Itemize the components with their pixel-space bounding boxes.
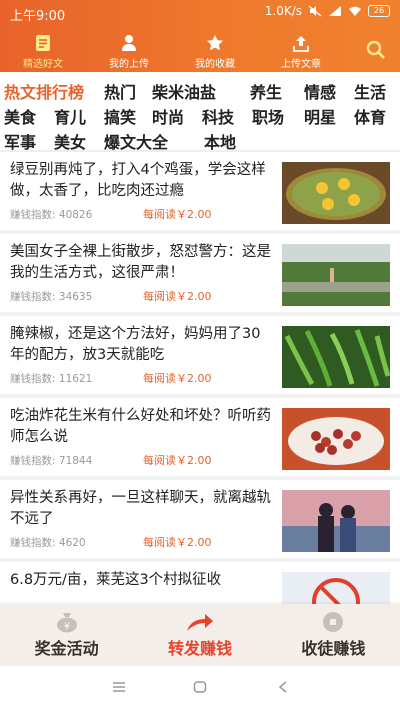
coin-icon	[323, 612, 344, 632]
category-beauty[interactable]: 美女	[54, 129, 86, 153]
article-title: 6.8万元/亩，莱芜这3个村拟征收	[10, 572, 222, 588]
article-thumbnail	[282, 244, 390, 306]
mute-icon	[308, 5, 322, 17]
reward-text: 每阅读￥2.00	[143, 536, 212, 549]
article-thumbnail	[282, 326, 390, 388]
article-card[interactable]: 美国女子全裸上街散步，怒怼警方：这是我的生活方式，这很严肃！ 赚钱指数: 346…	[0, 234, 400, 312]
earn-index-value: 11621	[58, 373, 93, 385]
upload-icon	[293, 34, 309, 52]
app-header: 上午9:00 1.0K/s 26 精选好文 我的上传 我的收藏 上传文章	[0, 0, 400, 72]
status-bar: 上午9:00 1.0K/s 26	[0, 0, 400, 26]
category-career[interactable]: 职场	[252, 104, 284, 128]
category-popular[interactable]: 热门	[104, 79, 136, 103]
category-health[interactable]: 养生	[250, 79, 282, 103]
tab-featured-articles[interactable]: 精选好文	[0, 30, 86, 72]
article-card[interactable]: 腌辣椒，还是这个方法好，妈妈用了30年的配方，放3天就能吃 赚钱指数: 1162…	[0, 316, 400, 394]
bottom-action-bar: ¥ 奖金活动 转发赚钱 收徒赚钱	[0, 604, 400, 666]
article-title: 异性关系再好，一旦这样聊天，就离越轨不远了	[10, 490, 271, 527]
earn-index-label: 赚钱指数:	[10, 291, 56, 303]
network-speed: 1.0K/s	[264, 4, 302, 18]
person-icon	[121, 34, 137, 52]
earn-index-value: 40826	[58, 209, 93, 221]
home-icon[interactable]	[193, 681, 207, 693]
bonus-activity-button[interactable]: ¥ 奖金活动	[0, 604, 133, 666]
earn-index: 赚钱指数: 11621	[10, 371, 92, 386]
category-food[interactable]: 美食	[4, 104, 36, 128]
article-thumbnail	[282, 572, 390, 604]
earn-index: 赚钱指数: 4620	[10, 535, 86, 550]
earn-index-label: 赚钱指数:	[10, 209, 56, 221]
action-label: 转发赚钱	[167, 639, 232, 658]
action-label: 收徒赚钱	[301, 639, 366, 658]
article-card[interactable]: 吃油炸花生米有什么好处和坏处？听听药师怎么说 赚钱指数: 71844 每阅读￥2…	[0, 398, 400, 476]
article-card[interactable]: 异性关系再好，一旦这样聊天，就离越轨不远了 赚钱指数: 4620 每阅读￥2.0…	[0, 480, 400, 558]
battery-icon: 26	[368, 5, 390, 17]
reward-text: 每阅读￥2.00	[143, 372, 212, 385]
category-tech[interactable]: 科技	[202, 104, 234, 128]
article-thumbnail	[282, 408, 390, 470]
tab-my-uploads[interactable]: 我的上传	[86, 30, 172, 72]
tab-upload-article[interactable]: 上传文章	[258, 30, 344, 72]
earn-index-label: 赚钱指数:	[10, 455, 56, 467]
reward-text: 每阅读￥2.00	[143, 208, 212, 221]
menu-icon[interactable]	[112, 681, 126, 693]
tab-label: 上传文章	[281, 59, 321, 70]
article-thumbnail	[282, 490, 390, 552]
article-title: 吃油炸花生米有什么好处和坏处？听听药师怎么说	[10, 408, 271, 445]
tab-label: 我的上传	[109, 59, 149, 70]
category-parenting[interactable]: 育儿	[54, 104, 86, 128]
star-icon	[206, 34, 224, 52]
category-celebrity[interactable]: 明星	[304, 104, 336, 128]
category-hot-ranking[interactable]: 热文排行榜	[4, 79, 84, 103]
article-card[interactable]: 绿豆别再炖了，打入4个鸡蛋，学会这样做，太香了，比吃肉还过瘾 赚钱指数: 408…	[0, 152, 400, 230]
category-fashion[interactable]: 时尚	[152, 104, 184, 128]
earn-index: 赚钱指数: 40826	[10, 207, 92, 222]
category-military[interactable]: 军事	[4, 129, 36, 153]
back-icon[interactable]	[278, 681, 288, 693]
category-emotion[interactable]: 情感	[304, 79, 336, 103]
reward-text: 每阅读￥2.00	[143, 454, 212, 467]
share-earn-button[interactable]: 转发赚钱	[133, 604, 266, 666]
earn-index: 赚钱指数: 34635	[10, 289, 92, 304]
category-sports[interactable]: 体育	[354, 104, 386, 128]
tab-label: 我的收藏	[195, 59, 235, 70]
earn-index: 赚钱指数: 71844	[10, 453, 92, 468]
article-title: 绿豆别再炖了，打入4个鸡蛋，学会这样做，太香了，比吃肉还过瘾	[10, 162, 266, 199]
article-feed[interactable]: 绿豆别再炖了，打入4个鸡蛋，学会这样做，太香了，比吃肉还过瘾 赚钱指数: 408…	[0, 152, 400, 604]
top-nav: 精选好文 我的上传 我的收藏 上传文章	[0, 30, 400, 72]
category-funny[interactable]: 搞笑	[104, 104, 136, 128]
svg-text:¥: ¥	[64, 622, 70, 632]
system-nav-bar	[0, 666, 400, 710]
earn-index-value: 71844	[58, 455, 93, 467]
earn-index-label: 赚钱指数:	[10, 373, 56, 385]
signal-icon	[329, 6, 341, 16]
earn-index-label: 赚钱指数:	[10, 537, 56, 549]
search-icon[interactable]	[366, 40, 386, 60]
earn-index-value: 4620	[58, 537, 86, 549]
earn-index-value: 34635	[58, 291, 93, 303]
status-time: 上午9:00	[10, 9, 66, 24]
money-bag-icon: ¥	[56, 613, 77, 633]
document-icon	[35, 34, 51, 52]
wifi-icon	[349, 6, 361, 16]
recruit-earn-button[interactable]: 收徒赚钱	[267, 604, 400, 666]
tab-label: 精选好文	[23, 59, 63, 70]
article-title: 美国女子全裸上街散步，怒怼警方：这是我的生活方式，这很严肃！	[10, 244, 271, 281]
reward-text: 每阅读￥2.00	[143, 290, 212, 303]
article-thumbnail	[282, 162, 390, 224]
category-local[interactable]: 本地	[204, 129, 236, 153]
category-life[interactable]: 生活	[354, 79, 386, 103]
share-arrow-icon	[186, 614, 213, 631]
tab-my-favorites[interactable]: 我的收藏	[172, 30, 258, 72]
action-label: 奖金活动	[34, 639, 99, 658]
article-title: 腌辣椒，还是这个方法好，妈妈用了30年的配方，放3天就能吃	[10, 326, 261, 363]
category-grid: 热文排行榜 热门 柴米油盐 养生 情感 生活 美食 育儿 搞笑 时尚 科技 职场…	[0, 72, 400, 152]
article-card[interactable]: 6.8万元/亩，莱芜这3个村拟征收	[0, 562, 400, 604]
category-viral[interactable]: 爆文大全	[104, 129, 168, 153]
category-daily-life[interactable]: 柴米油盐	[152, 79, 216, 103]
